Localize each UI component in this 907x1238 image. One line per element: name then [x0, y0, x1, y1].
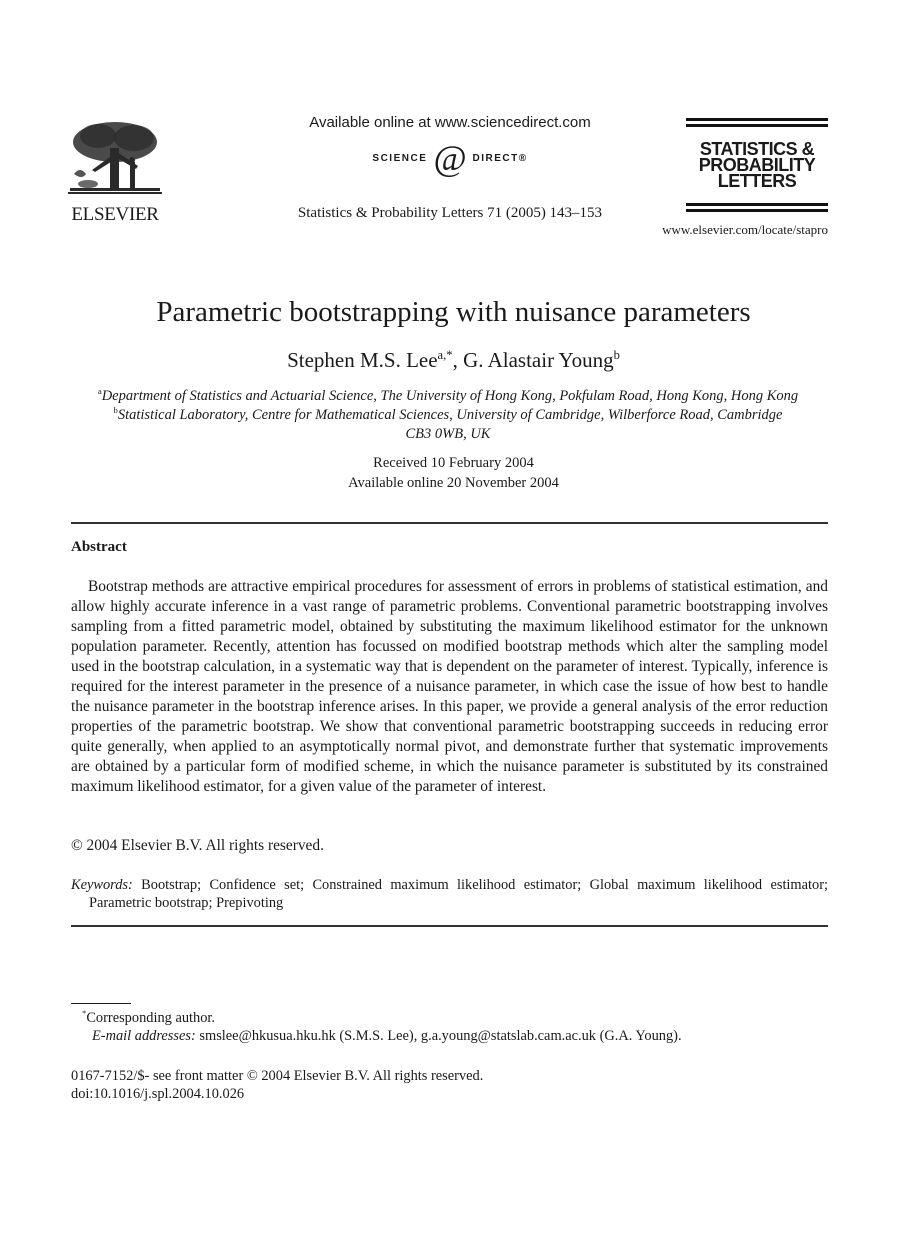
- sciencedirect-at-icon: @: [433, 138, 467, 178]
- paper-title: Parametric bootstrapping with nuisance p…: [156, 296, 751, 328]
- affiliation-text: Statistical Laboratory, Centre for Mathe…: [117, 407, 783, 442]
- author-marks[interactable]: b: [614, 348, 620, 362]
- corresponding-author-text: Corresponding author.: [86, 1010, 216, 1026]
- elsevier-wordmark: ELSEVIER: [71, 204, 159, 225]
- abstract-body: Bootstrap methods are attractive empiric…: [71, 578, 828, 795]
- abstract-copyright: © 2004 Elsevier B.V. All rights reserved…: [71, 837, 324, 854]
- journal-logo-rule: [686, 209, 828, 212]
- journal-logo-line: LETTERS: [717, 171, 797, 191]
- available-online-text: Available online at www.sciencedirect.co…: [309, 114, 591, 131]
- divider: [71, 522, 828, 524]
- journal-logo-rule: [686, 118, 828, 121]
- elsevier-tree-icon: [68, 122, 162, 194]
- sciencedirect-right: DIRECT®: [472, 152, 528, 164]
- journal-logo-title: STATISTICS & PROBABILITY LETTERS: [686, 140, 828, 191]
- affiliation-text: Department of Statistics and Actuarial S…: [101, 388, 799, 404]
- abstract-heading: Abstract: [71, 539, 127, 555]
- doi-link[interactable]: doi:10.1016/j.spl.2004.10.026: [71, 1086, 244, 1103]
- sciencedirect-logo: SCIENCE @ DIRECT®: [300, 138, 600, 178]
- online-date: Available online 20 November 2004: [348, 475, 559, 491]
- received-date: Received 10 February 2004: [373, 455, 534, 471]
- affiliation-a: aDepartment of Statistics and Actuarial …: [60, 387, 836, 406]
- author-marks[interactable]: a,*: [438, 348, 453, 362]
- footnote-rule: [71, 1003, 131, 1004]
- author-list: Stephen M.S. Leea,*, G. Alastair Youngb: [0, 348, 907, 373]
- keywords-label: Keywords:: [71, 877, 133, 893]
- article-dates: Received 10 February 2004 Available onli…: [0, 453, 907, 493]
- sciencedirect-left: SCIENCE: [372, 152, 428, 164]
- corresponding-author-note: *Corresponding author.: [82, 1009, 216, 1027]
- divider: [71, 925, 828, 927]
- elsevier-logo: ELSEVIER: [68, 118, 162, 225]
- journal-reference: Statistics & Probability Letters 71 (200…: [297, 205, 603, 221]
- author-separator: ,: [452, 348, 464, 372]
- journal-logo-rule: [686, 124, 828, 127]
- affiliation-b: bStatistical Laboratory, Centre for Math…: [60, 406, 836, 444]
- author-name[interactable]: G. Alastair Young: [463, 348, 614, 372]
- journal-logo-rule: [686, 203, 828, 206]
- author-name[interactable]: Stephen M.S. Lee: [287, 348, 437, 372]
- issn-line: 0167-7152/$- see front matter © 2004 Els…: [71, 1068, 484, 1084]
- email-addresses[interactable]: smslee@hkusua.hku.hk (S.M.S. Lee), g.a.y…: [199, 1028, 681, 1044]
- journal-logo: STATISTICS & PROBABILITY LETTERS: [686, 118, 828, 215]
- email-note: E-mail addresses: smslee@hkusua.hku.hk (…: [92, 1028, 682, 1045]
- journal-url-link[interactable]: www.elsevier.com/locate/stapro: [620, 222, 828, 238]
- keywords-text: Bootstrap; Confidence set; Constrained m…: [89, 877, 828, 911]
- affiliations: aDepartment of Statistics and Actuarial …: [60, 387, 836, 444]
- keywords: Keywords: Bootstrap; Confidence set; Con…: [71, 876, 828, 912]
- email-label: E-mail addresses:: [92, 1028, 196, 1044]
